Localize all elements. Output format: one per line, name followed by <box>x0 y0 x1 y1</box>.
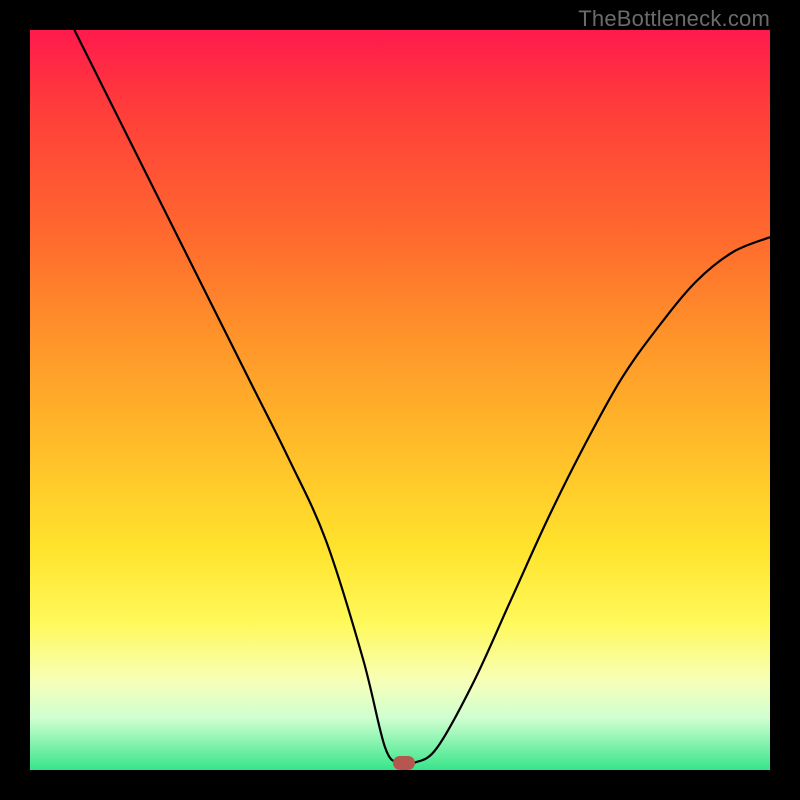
bottleneck-curve <box>30 30 770 770</box>
curve-path <box>74 30 770 764</box>
chart-frame: TheBottleneck.com <box>0 0 800 800</box>
attribution-label: TheBottleneck.com <box>578 6 770 32</box>
optimum-marker <box>393 756 415 770</box>
plot-area <box>30 30 770 770</box>
